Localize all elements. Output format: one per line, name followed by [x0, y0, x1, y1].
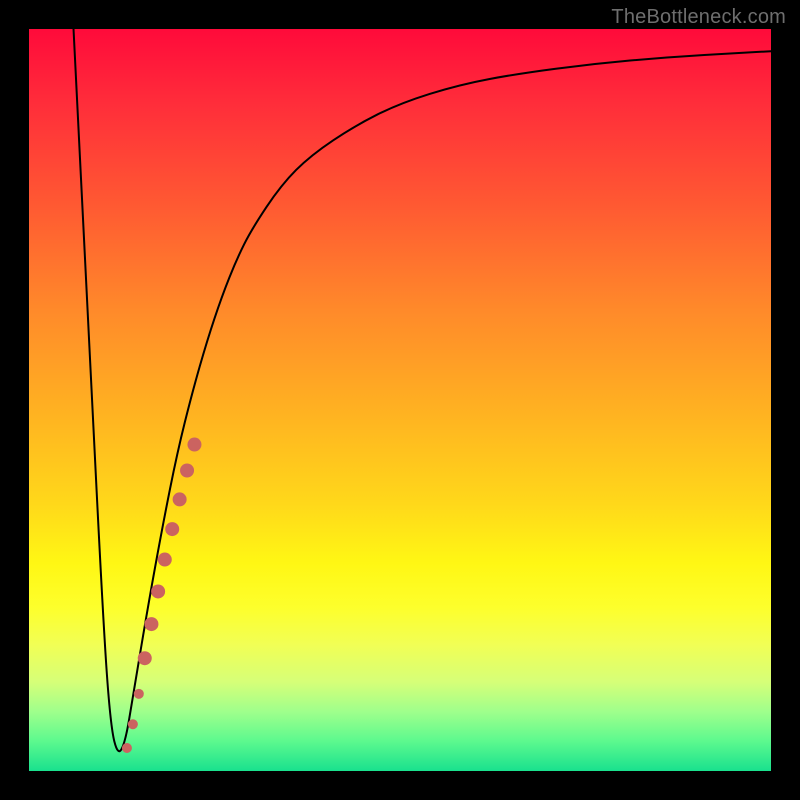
watermark-text: TheBottleneck.com	[611, 6, 786, 29]
chart-frame: TheBottleneck.com	[0, 0, 800, 800]
data-marker	[122, 743, 132, 753]
data-marker	[151, 584, 165, 598]
data-marker	[180, 463, 194, 477]
data-marker	[138, 651, 152, 665]
data-marker	[173, 492, 187, 506]
marker-group	[122, 438, 202, 753]
bottleneck-curve	[74, 29, 771, 751]
plot-area	[29, 29, 771, 771]
data-marker	[128, 719, 138, 729]
data-marker	[144, 617, 158, 631]
data-marker	[158, 553, 172, 567]
data-marker	[165, 522, 179, 536]
data-marker	[187, 438, 201, 452]
data-marker	[134, 689, 144, 699]
chart-svg	[29, 29, 771, 771]
